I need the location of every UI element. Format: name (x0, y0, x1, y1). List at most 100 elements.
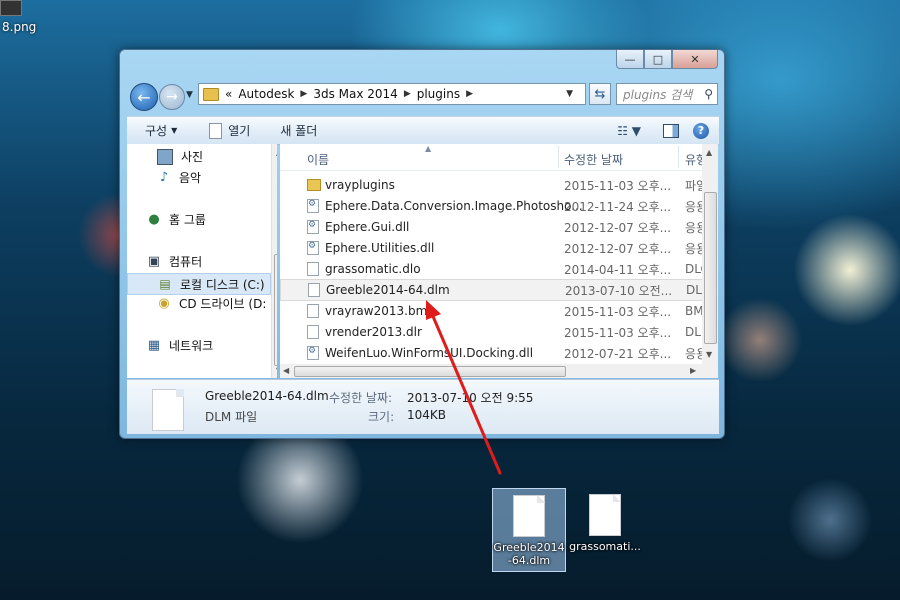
back-button[interactable]: ← (130, 83, 158, 111)
breadcrumb-3dsmax[interactable]: 3ds Max 2014 (313, 87, 397, 101)
file-date: 2012-12-07 오후... (564, 241, 672, 256)
file-name: vrayplugins (325, 178, 395, 192)
scroll-right-icon[interactable]: ▶ (690, 366, 696, 375)
nav-label: 사진 (181, 150, 204, 164)
file-icon (308, 283, 320, 297)
maximize-button[interactable]: □ (644, 50, 672, 69)
nav-item-music[interactable]: ♪ 음악 (157, 169, 201, 186)
file-row[interactable]: Ephere.Data.Conversion.Image.Photosho...… (280, 196, 718, 216)
file-name: Ephere.Data.Conversion.Image.Photosho... (325, 199, 583, 213)
scroll-up-icon[interactable]: ▲ (276, 148, 277, 157)
homegroup-icon: ● (148, 212, 160, 227)
nav-item-local-disk[interactable]: ▤ 로컬 디스크 (C:) (127, 273, 271, 295)
dll-icon (307, 220, 319, 234)
forward-button[interactable]: → (159, 84, 185, 110)
local-disk-icon: ▤ (159, 277, 171, 291)
search-icon[interactable]: ⚲ (704, 87, 713, 101)
nav-item-pictures[interactable]: 사진 (157, 148, 203, 165)
folder-icon (307, 179, 321, 191)
file-icon (589, 494, 621, 536)
file-row[interactable]: Ephere.Utilities.dll 2012-12-07 오후... 응용 (280, 238, 718, 258)
file-date: 2015-11-03 오후... (564, 304, 672, 319)
nav-label: 로컬 디스크 (C:) (180, 277, 265, 292)
image-thumbnail-icon (0, 0, 22, 16)
open-button[interactable]: 열기 (187, 117, 260, 144)
scroll-down-icon[interactable]: ▼ (706, 350, 712, 359)
breadcrumb-separator-icon[interactable]: ▶ (300, 89, 307, 99)
file-date: 2012-12-07 오후... (564, 220, 672, 235)
file-row[interactable]: vrayplugins 2015-11-03 오후... 파일 (280, 175, 718, 195)
scroll-down-icon[interactable]: ▼ (276, 366, 277, 375)
explorer-window: — □ ✕ ← → ▼ « Autodesk ▶ 3ds Max 2014 ▶ … (119, 49, 725, 439)
breadcrumb-separator-icon[interactable]: ▶ (404, 89, 411, 99)
network-icon: ▦ (147, 338, 161, 353)
help-icon[interactable]: ? (693, 122, 709, 139)
nav-item-computer[interactable]: ▣ 컴퓨터 (147, 253, 202, 270)
file-row[interactable]: WeifenLuo.WinFormsUI.Docking.dll 2012-07… (280, 343, 718, 363)
nav-item-homegroup[interactable]: ● 홈 그룹 (147, 211, 206, 228)
desktop-icon-label: -64.dlm (507, 554, 551, 567)
file-name: Greeble2014-64.dlm (326, 283, 450, 297)
column-header-name[interactable]: 이름 (307, 151, 329, 168)
new-folder-button[interactable]: 새 폴더 (260, 117, 327, 144)
nav-label: 음악 (179, 171, 202, 185)
desktop-icon-greeble[interactable]: Greeble2014 -64.dlm (492, 488, 566, 572)
cd-drive-icon: ◉ (158, 296, 170, 311)
nav-scrollbar[interactable]: ▲ ▼ (271, 144, 277, 378)
view-options-icon[interactable]: ☷ ▼ (617, 124, 641, 138)
details-modified-value: 2013-07-10 오전 9:55 (407, 391, 534, 405)
file-name: Ephere.Gui.dll (325, 220, 410, 234)
minimize-button[interactable]: — (616, 50, 644, 69)
details-pane: Greeble2014-64.dlm DLM 파일 수정한 날짜: 2013-0… (127, 379, 719, 434)
scroll-thumb[interactable] (274, 254, 277, 366)
desktop-icon-label: grassomati... (569, 540, 641, 553)
pictures-icon (157, 148, 173, 165)
desktop-icon-grassomatic[interactable]: grassomati... (568, 488, 642, 558)
recent-pages-dropdown[interactable]: ▼ (186, 90, 193, 100)
nav-item-cd-drive[interactable]: ◉ CD 드라이브 (D: (157, 295, 266, 312)
column-header-date[interactable]: 수정한 날짜 (564, 151, 623, 168)
file-row[interactable]: Ephere.Gui.dll 2012-12-07 오후... 응용 (280, 217, 718, 237)
refresh-button[interactable]: ⇆ (589, 83, 611, 105)
command-bar: 구성 ▼ 열기 새 폴더 ☷ ▼ ? (127, 116, 719, 145)
file-row[interactable]: grassomatic.dlo 2014-04-11 오후... DLO (280, 259, 718, 279)
caption-buttons: — □ ✕ (616, 50, 718, 69)
scroll-left-icon[interactable]: ◀ (283, 366, 289, 375)
nav-label: CD 드라이브 (D: (179, 297, 267, 311)
file-icon (307, 325, 319, 339)
address-overflow[interactable]: « (225, 87, 232, 101)
organize-label: 구성 (145, 124, 168, 138)
folder-icon (203, 87, 219, 101)
file-name: vrayraw2013.bmi (325, 304, 431, 318)
scroll-thumb[interactable] (704, 192, 717, 344)
file-date: 2012-07-21 오후... (564, 346, 672, 361)
search-placeholder: plugins 검색 (623, 87, 693, 102)
breadcrumb-autodesk[interactable]: Autodesk (238, 87, 294, 101)
file-date: 2015-11-03 오후... (564, 178, 672, 193)
column-divider[interactable] (558, 146, 559, 168)
details-size-label: 크기: (368, 410, 395, 424)
navigation-pane: 사진 ♪ 음악 ● 홈 그룹 ▣ 컴퓨터 ▤ 로컬 디스크 (C:) ◉ CD … (127, 144, 277, 378)
column-headers: ▲ 이름 수정한 날짜 유형 (280, 144, 718, 171)
file-list-vertical-scrollbar[interactable]: ▲ ▼ (702, 144, 718, 364)
chevron-down-icon: ▼ (171, 126, 178, 135)
details-file-type: DLM 파일 (205, 410, 258, 424)
file-row[interactable]: vrayraw2013.bmi 2015-11-03 오후... BMI (280, 301, 718, 321)
back-arrow-icon: ← (137, 87, 151, 107)
file-row[interactable]: vrender2013.dlr 2015-11-03 오후... DLR (280, 322, 718, 342)
file-list: ▲ 이름 수정한 날짜 유형 vrayplugins 2015-11-03 오후… (280, 144, 718, 378)
address-bar[interactable]: « Autodesk ▶ 3ds Max 2014 ▶ plugins ▶ ▼ (198, 83, 586, 105)
nav-item-network[interactable]: ▦ 네트워크 (147, 337, 213, 354)
breadcrumb-plugins[interactable]: plugins (417, 87, 460, 101)
close-button[interactable]: ✕ (672, 50, 718, 69)
organize-button[interactable]: 구성 ▼ (127, 117, 187, 144)
column-divider[interactable] (678, 146, 679, 168)
scroll-up-icon[interactable]: ▲ (706, 148, 712, 157)
breadcrumb-separator-icon[interactable]: ▶ (466, 89, 473, 99)
search-input[interactable]: plugins 검색 ⚲ (616, 83, 718, 105)
file-list-horizontal-scrollbar[interactable]: ◀ ▶ (280, 364, 718, 378)
file-row-selected[interactable]: Greeble2014-64.dlm 2013-07-10 오전... DLM (280, 279, 718, 301)
scroll-thumb[interactable] (294, 366, 566, 377)
address-dropdown-icon[interactable]: ▼ (566, 89, 573, 99)
preview-pane-icon[interactable] (663, 123, 679, 138)
